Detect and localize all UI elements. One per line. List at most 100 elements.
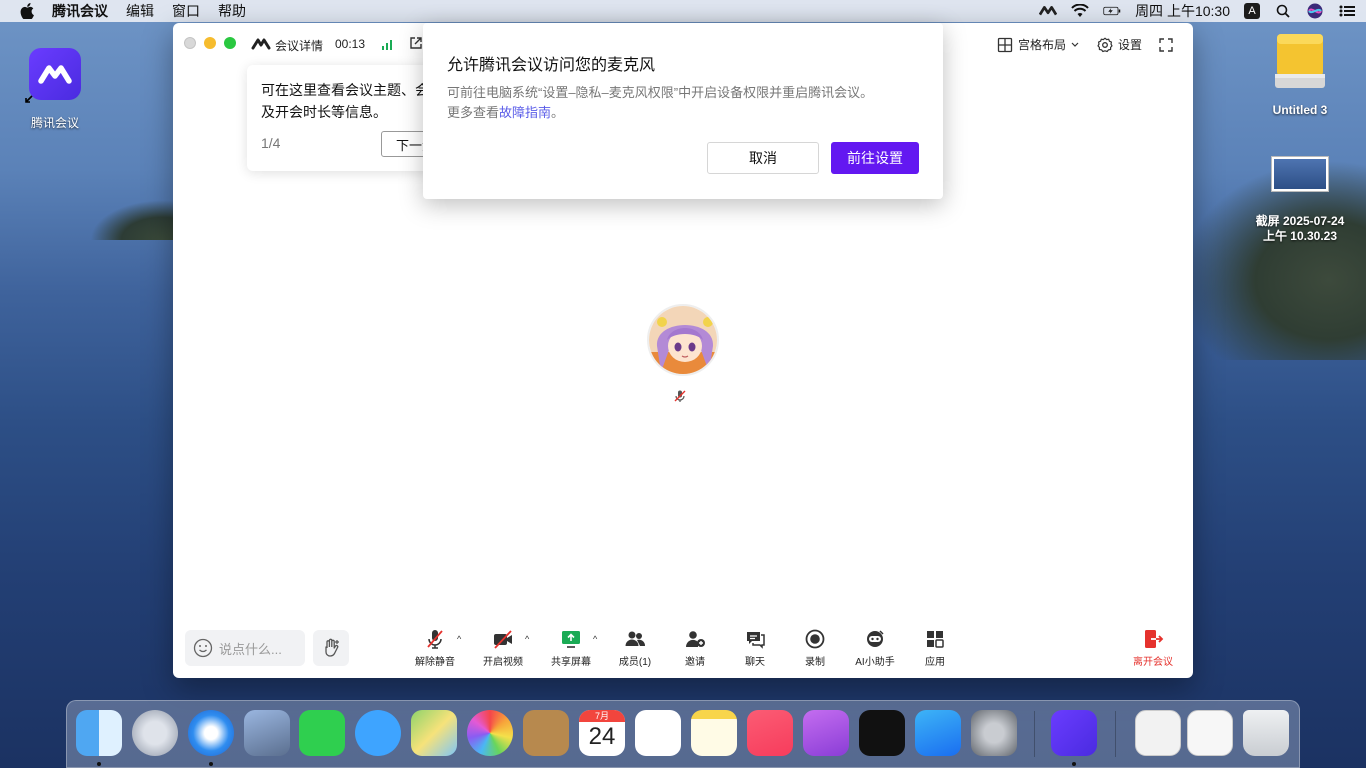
ai-assistant-label: AI小助手 [855, 657, 895, 668]
troubleshooting-guide-link[interactable]: 故障指南 [499, 105, 551, 120]
invite-button[interactable]: 邀请 [665, 628, 725, 672]
tip-text: 可在这里查看会议主题、会议号及开会时长等信息。 [261, 82, 437, 120]
dock-document-icon[interactable] [1135, 710, 1181, 756]
dock-separator [1034, 711, 1035, 757]
share-options-caret-icon[interactable]: ^ [593, 634, 597, 644]
dock-app-store-icon[interactable] [915, 710, 961, 756]
dock-safari-icon[interactable] [188, 710, 234, 756]
members-button[interactable]: 成员(1) [605, 628, 665, 672]
mic-options-caret-icon[interactable]: ^ [457, 634, 461, 644]
add-user-icon [685, 631, 705, 647]
mic-permission-dialog: 允许腾讯会议访问您的麦克风 可前往电脑系统“设置–隐私–麦克风权限”中开启设备权… [423, 23, 943, 199]
dock-reminders-icon[interactable] [635, 710, 681, 756]
menu-edit[interactable]: 编辑 [126, 1, 154, 21]
menu-clock[interactable]: 周四 上午10:30 [1135, 1, 1230, 21]
menu-app-name[interactable]: 腾讯会议 [52, 1, 108, 21]
dialog-body-line1: 可前往电脑系统“设置–隐私–麦克风权限”中开启设备权限并重启腾讯会议。 [447, 85, 874, 100]
external-drive-icon [1275, 34, 1325, 88]
dock-calendar-icon[interactable]: 7月 24 [579, 710, 625, 756]
dialog-body-line2: 更多查看故障指南。 [447, 103, 927, 123]
dialog-body: 可前往电脑系统“设置–隐私–麦克风权限”中开启设备权限并重启腾讯会议。 更多查看… [447, 83, 927, 123]
desktop-icon-tencent-meeting[interactable]: 腾讯会议 [20, 48, 90, 131]
desktop-icon-screenshot[interactable]: 截屏 2025-07-24 上午 10.30.23 [1238, 156, 1362, 244]
dock-running-indicator [1072, 762, 1076, 766]
desktop-icon-label-line2: 上午 10.30.23 [1262, 229, 1338, 243]
dock-podcasts-icon[interactable] [803, 710, 849, 756]
dock-facetime-icon[interactable] [299, 710, 345, 756]
dock-apple-tv-icon[interactable] [859, 710, 905, 756]
desktop-icon-label: Untitled 3 [1272, 103, 1328, 117]
dock-launchpad-icon[interactable] [132, 710, 178, 756]
control-center-icon[interactable] [1338, 3, 1356, 19]
raise-hand-button[interactable] [313, 630, 349, 666]
unmute-button[interactable]: 解除静音 [405, 628, 465, 672]
dock-tencent-meeting-icon[interactable] [1051, 710, 1097, 756]
dock-downloads-stack-icon[interactable] [1187, 710, 1233, 756]
mic-off-icon [427, 630, 443, 649]
window-minimize-button[interactable] [204, 37, 216, 49]
settings-button[interactable]: 设置 [1097, 36, 1142, 53]
record-button[interactable]: 录制 [785, 628, 845, 672]
desktop-icon-drive[interactable]: Untitled 3 [1258, 30, 1342, 117]
start-video-label: 开启视频 [483, 657, 523, 668]
dock-maps-icon[interactable] [411, 710, 457, 756]
chat-button[interactable]: 聊天 [725, 628, 785, 672]
apps-button[interactable]: 应用 [905, 628, 965, 672]
menu-bar-status-area: 周四 上午10:30 A [1039, 0, 1356, 22]
apple-logo-icon[interactable] [20, 3, 34, 19]
spotlight-search-icon[interactable] [1274, 3, 1292, 19]
dialog-body-prefix: 更多查看 [447, 105, 500, 120]
leave-meeting-button[interactable]: 离开会议 [1123, 628, 1183, 672]
settings-label: 设置 [1118, 38, 1143, 52]
participant-avatar[interactable] [647, 304, 719, 376]
ai-assistant-button[interactable]: AI小助手 [845, 628, 905, 672]
meeting-details-button[interactable]: 会议详情 [275, 37, 323, 54]
dock-contacts-icon[interactable] [523, 710, 569, 756]
leave-meeting-label: 离开会议 [1133, 657, 1173, 668]
dock-messages-icon[interactable] [355, 710, 401, 756]
start-video-button[interactable]: 开启视频 [473, 628, 533, 672]
share-out-icon[interactable] [409, 36, 423, 50]
dock-mail-icon[interactable] [244, 710, 290, 756]
chevron-down-icon [1071, 42, 1079, 47]
camera-off-icon [494, 630, 512, 649]
window-zoom-button[interactable] [224, 37, 236, 49]
dock-running-indicator [97, 762, 101, 766]
tencent-meeting-app-icon [29, 48, 81, 100]
go-to-settings-button[interactable]: 前往设置 [831, 142, 919, 174]
battery-charging-icon[interactable] [1103, 3, 1121, 19]
dock-photos-icon[interactable] [467, 710, 513, 756]
dock-system-preferences-icon[interactable] [971, 710, 1017, 756]
grid-layout-button[interactable]: 宫格布局 [997, 36, 1079, 53]
cancel-button[interactable]: 取消 [707, 142, 819, 174]
network-signal-icon[interactable] [381, 37, 395, 51]
video-options-caret-icon[interactable]: ^ [525, 634, 529, 644]
chat-bubble-icon [747, 632, 765, 649]
dock-music-icon[interactable] [747, 710, 793, 756]
record-icon [805, 629, 825, 649]
alias-arrow-icon [25, 95, 33, 103]
quick-chat-placeholder: 说点什么... [219, 641, 282, 657]
ai-assistant-icon [867, 630, 884, 647]
share-screen-label: 共享屏幕 [551, 657, 591, 668]
window-close-button[interactable] [184, 37, 196, 49]
dock-notes-icon[interactable] [691, 710, 737, 756]
menu-window[interactable]: 窗口 [172, 1, 200, 21]
fullscreen-icon[interactable] [1159, 38, 1173, 52]
siri-icon[interactable] [1306, 3, 1324, 19]
wifi-icon[interactable] [1071, 3, 1089, 19]
menu-help[interactable]: 帮助 [218, 1, 246, 21]
gear-icon [1097, 37, 1113, 52]
emoji-icon[interactable] [193, 638, 213, 658]
dock-trash-icon[interactable] [1243, 710, 1289, 756]
meeting-timer: 00:13 [335, 37, 366, 51]
dock-finder-icon[interactable] [76, 710, 122, 756]
calendar-month: 7月 [579, 710, 625, 722]
apps-label: 应用 [925, 657, 945, 668]
dialog-body-suffix: 。 [551, 105, 565, 120]
chat-label: 聊天 [745, 657, 765, 668]
quick-chat-input[interactable]: 说点什么... [185, 630, 305, 666]
share-screen-button[interactable]: 共享屏幕 [541, 628, 601, 672]
tencent-meeting-status-icon[interactable] [1039, 3, 1058, 19]
input-source-badge[interactable]: A [1244, 3, 1260, 19]
